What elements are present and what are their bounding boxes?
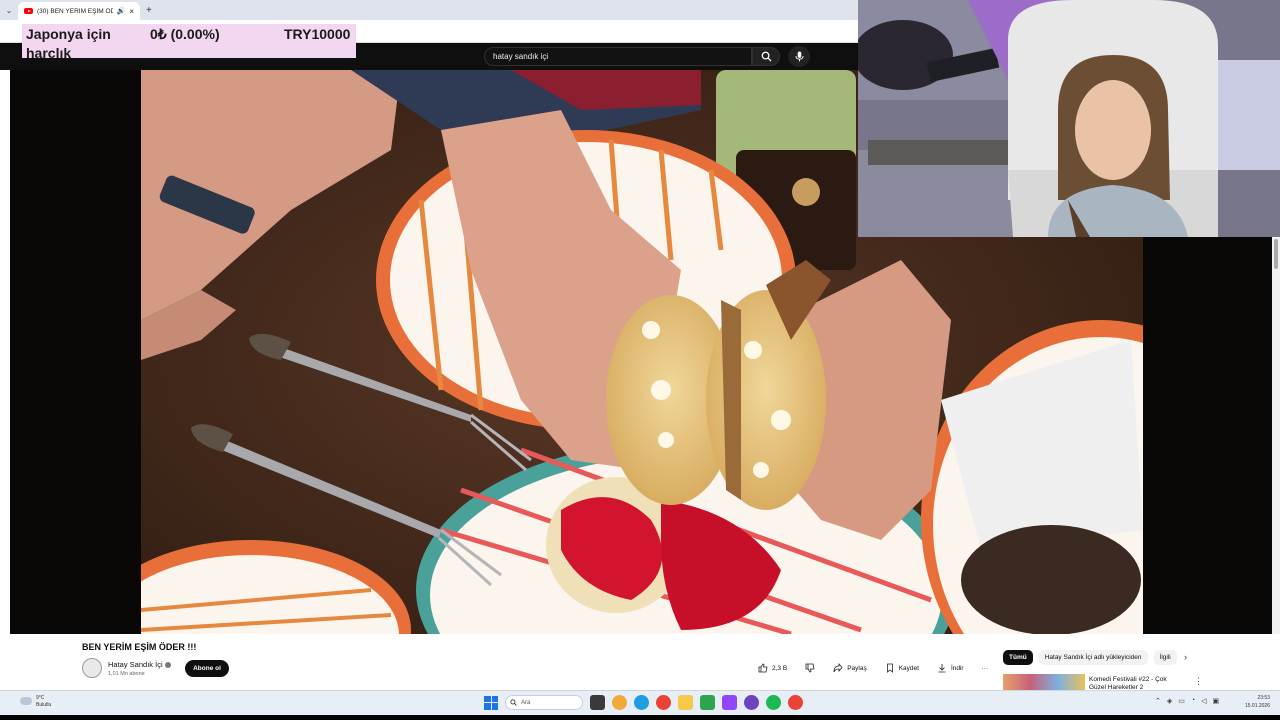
search-button[interactable] (752, 47, 780, 66)
thumbs-up-icon (758, 663, 768, 673)
page-scrollbar[interactable] (1272, 237, 1280, 634)
weather-desc: Bulutlu (36, 702, 52, 708)
edge-icon[interactable] (634, 695, 649, 710)
screen-bottom-edge (0, 715, 1280, 720)
twitch-icon[interactable] (722, 695, 737, 710)
share-icon (833, 663, 843, 673)
clock-date: 15.01.2026 (1244, 703, 1270, 709)
related-chips: Tümü Hatay Sandık İçi adlı yükleyiciden … (1003, 650, 1177, 665)
letterbox-left (10, 70, 141, 634)
notification-icon[interactable]: ▣ (1213, 697, 1220, 705)
bookmark-icon (886, 663, 893, 673)
tray-chevron-icon[interactable]: ⌃ (1155, 697, 1161, 705)
recommended-more-icon[interactable]: ⋮ (1194, 676, 1203, 687)
share-button[interactable]: Paylaş (827, 659, 873, 677)
browser-tab-active[interactable]: (30) BEN YERİM EŞİM ÖDER 🔊 × (18, 2, 140, 20)
voice-search-button[interactable] (788, 46, 810, 67)
tab-list-chevron-icon[interactable]: ⌄ (0, 0, 18, 20)
video-actions: 2,3 B Paylaş Kaydet İndir ··· (752, 659, 994, 677)
file-explorer-icon[interactable] (678, 695, 693, 710)
new-tab-button[interactable]: + (146, 5, 152, 16)
chrome-icon-2[interactable] (788, 695, 803, 710)
like-count: 2,3 B (772, 664, 788, 672)
volume-icon[interactable]: ◁ (1201, 697, 1206, 705)
dislike-button[interactable] (799, 659, 821, 677)
save-label: Kaydet (898, 664, 919, 672)
share-label: Paylaş (847, 664, 867, 672)
browser-tab-strip: ⌄ (30) BEN YERİM EŞİM ÖDER 🔊 × + (0, 0, 858, 20)
webcam-image (858, 0, 1280, 237)
chip-related[interactable]: İlgili (1153, 650, 1177, 665)
battery-icon[interactable]: ▭ (1178, 697, 1185, 705)
search-icon (510, 699, 517, 706)
subscribe-button[interactable]: Abone ol (185, 660, 229, 677)
channel-name[interactable]: Hatay Sandık İçi (108, 660, 163, 669)
download-button[interactable]: İndir (931, 659, 970, 677)
channel-avatar[interactable] (82, 658, 102, 678)
youtube-favicon-icon (24, 8, 33, 14)
clock-time: 23:53 (1257, 695, 1270, 701)
streamer-webcam (858, 0, 1280, 237)
verified-check-icon (164, 662, 171, 669)
recommended-video-thumbnail[interactable] (1003, 674, 1085, 690)
tab-audio-icon[interactable]: 🔊 (117, 7, 126, 15)
chip-from-uploader[interactable]: Hatay Sandık İçi adlı yükleyiciden (1038, 650, 1148, 665)
more-actions-button[interactable]: ··· (976, 659, 995, 677)
screen: ⌄ (30) BEN YERİM EŞİM ÖDER 🔊 × + Premium… (0, 0, 1280, 720)
obs-icon[interactable] (744, 695, 759, 710)
taskbar-search[interactable]: Ara (505, 695, 583, 710)
tab-title: (30) BEN YERİM EŞİM ÖDER (37, 7, 113, 15)
microphone-icon (794, 51, 804, 62)
search-icon (761, 51, 772, 62)
spotify-icon[interactable] (766, 695, 781, 710)
donation-title: Japonya için harçlık (26, 26, 111, 61)
tab-close-icon[interactable]: × (129, 7, 134, 16)
wifi-icon[interactable]: ◔ (1191, 697, 1195, 705)
donation-goal-widget: Japonya için harçlık 0₺ (0.00%) TRY10000 (22, 24, 356, 61)
video-title: BEN YERİM EŞİM ÖDER !!! (82, 642, 197, 652)
search-input[interactable]: hatay sandık içi (484, 47, 752, 66)
download-label: İndir (950, 664, 964, 672)
task-view-icon[interactable] (590, 695, 605, 710)
download-icon (938, 664, 946, 673)
donation-progress: 0₺ (0.00%) (150, 26, 220, 42)
taskbar-clock[interactable]: 23:53 15.01.2026 (1240, 694, 1270, 710)
chip-all[interactable]: Tümü (1003, 650, 1033, 665)
store-icon[interactable] (700, 695, 715, 710)
save-button[interactable]: Kaydet (879, 659, 925, 677)
taskbar-apps: Ara (484, 695, 803, 710)
subscriber-count: 1,01 Mn abone (108, 671, 145, 677)
copilot-icon[interactable] (612, 695, 627, 710)
video-info-area: BEN YERİM EŞİM ÖDER !!! Hatay Sandık İçi… (0, 634, 1280, 691)
network-icon[interactable]: ◈ (1167, 697, 1172, 705)
donation-goal: TRY10000 (284, 26, 351, 42)
chips-next-chevron-icon[interactable]: › (1184, 652, 1187, 662)
taskbar-search-label: Ara (521, 699, 531, 706)
weather-temp: 9°C (36, 695, 45, 701)
thumbs-down-icon (805, 663, 815, 673)
like-button[interactable]: 2,3 B (752, 659, 793, 677)
channel-name-row[interactable]: Hatay Sandık İçi (108, 660, 171, 669)
cloud-icon (20, 697, 32, 705)
windows-taskbar: 9°C Bulutlu Ara ⌃ ◈ ▭ ◔ ◁ ▣ 23:53 15.01.… (0, 690, 1280, 715)
recommended-title-line1: Komedi Festivali #22 - Çok (1089, 676, 1167, 683)
chrome-icon[interactable] (656, 695, 671, 710)
system-tray: ⌃ ◈ ▭ ◔ ◁ ▣ (1155, 697, 1219, 705)
scrollbar-thumb[interactable] (1274, 239, 1278, 269)
windows-start-icon[interactable] (484, 695, 498, 710)
